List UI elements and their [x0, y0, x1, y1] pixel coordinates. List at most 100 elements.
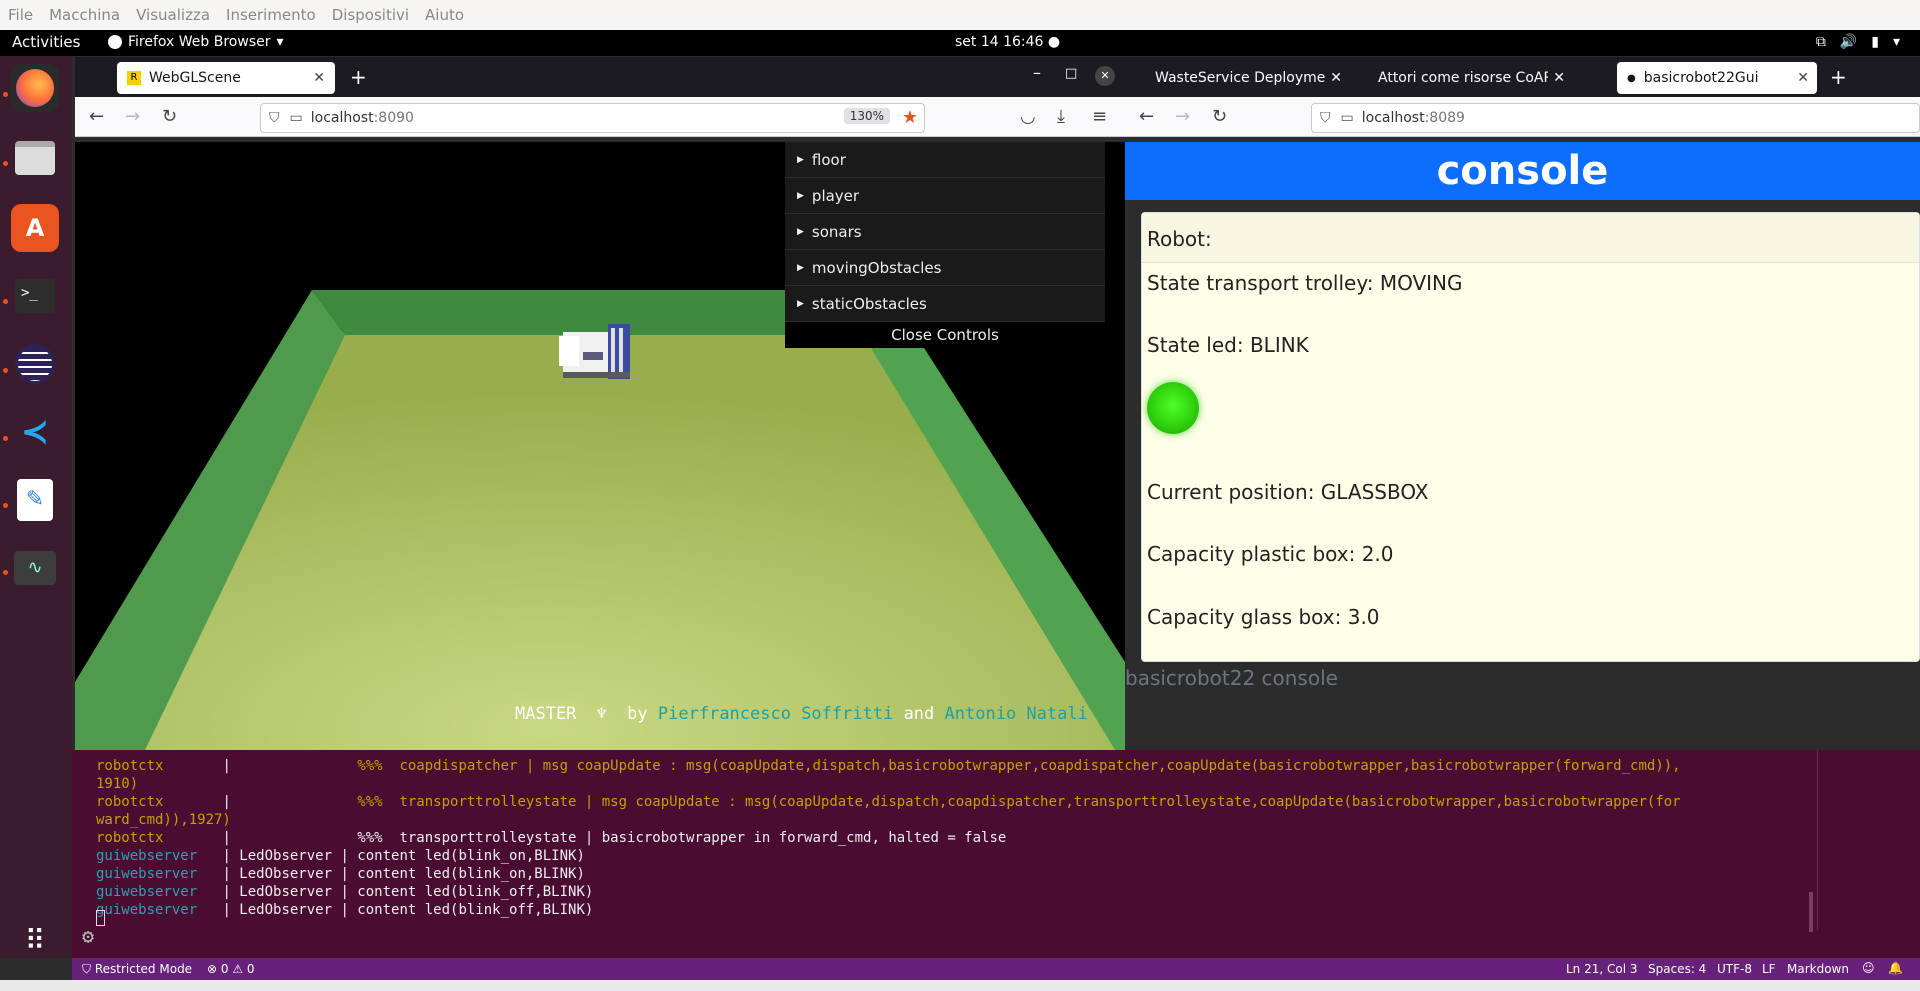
tab-webglscene[interactable]: R WebGLScene ✕ — [117, 62, 335, 94]
clock[interactable]: set 14 16:46 ● — [955, 34, 1060, 50]
terminal-line-text: LedObserver | content led(blink_on,BLINK… — [230, 866, 585, 882]
firefox-icon[interactable] — [11, 64, 59, 112]
system-monitor-icon[interactable]: ∿ — [11, 544, 59, 592]
back-icon[interactable]: ← — [89, 106, 104, 127]
maximize-icon[interactable]: □ — [1065, 66, 1077, 81]
page-icon: ▭ — [289, 110, 303, 126]
gear-icon[interactable]: ⚙ — [82, 924, 94, 948]
new-tab-icon[interactable]: + — [1830, 65, 1847, 89]
menu-aiuto[interactable]: Aiuto — [425, 6, 464, 24]
close-controls-button[interactable]: Close Controls — [785, 322, 1105, 348]
menu-inserimento[interactable]: Inserimento — [226, 6, 316, 24]
terminal-line-text: LedObserver | content led(blink_off,BLIN… — [230, 884, 594, 900]
credits: MASTER ♆ by Pierfrancesco Soffritti and … — [515, 704, 1088, 724]
terminal-line-source: guiwebserver — [96, 866, 223, 882]
eclipse-icon[interactable] — [11, 340, 59, 388]
scrollbar[interactable] — [1809, 892, 1813, 932]
gui-folder-floor[interactable]: ▶ floor — [785, 142, 1105, 178]
close-tab-icon[interactable]: ✕ — [1330, 70, 1342, 86]
url-bar[interactable]: ⛉ ▭ localhost:8090 130% ★ — [260, 103, 925, 133]
pocket-icon[interactable]: ◡ — [1020, 106, 1036, 127]
terminal-line-separator: | — [222, 884, 231, 900]
gui-folder-player[interactable]: ▶ player — [785, 178, 1105, 214]
close-window-icon[interactable]: ✕ — [1095, 66, 1115, 86]
problems-indicator[interactable]: ⊗ 0 ⚠ 0 — [207, 962, 255, 976]
forward-icon[interactable]: → — [1175, 106, 1190, 127]
terminal-line: guiwebserver | LedObserver | content led… — [96, 884, 593, 900]
indentation[interactable]: Spaces: 4 — [1648, 962, 1706, 976]
close-tab-icon[interactable]: ✕ — [313, 70, 325, 86]
battery-icon: ▮ — [1871, 34, 1879, 50]
vscode-icon[interactable]: ≺ — [11, 408, 59, 456]
terminal-line-text: ward_cmd)),1927) — [96, 812, 231, 828]
menu-visualizza[interactable]: Visualizza — [136, 6, 210, 24]
webgl-canvas[interactable]: ▶ floor ▶ player ▶ sonars ▶ movingObstacles … — [75, 142, 1125, 750]
feedback-icon[interactable]: ☺ — [1862, 961, 1875, 975]
menu-file[interactable]: File — [8, 6, 33, 24]
terminal-line: guiwebserver | LedObserver | content led… — [96, 848, 585, 864]
led-indicator — [1147, 382, 1199, 434]
triangle-right-icon: ▶ — [797, 226, 804, 237]
terminal-panel[interactable]: robotctx | %%% coapdispatcher | msg coap… — [72, 750, 1920, 958]
bell-icon[interactable]: 🔔 — [1888, 961, 1903, 975]
apps-grid-icon[interactable]: ⠿ — [11, 916, 59, 964]
credits-author1-link[interactable]: Pierfrancesco Soffritti — [658, 704, 893, 724]
led-state: State led: BLINK — [1147, 333, 1309, 357]
close-tab-icon[interactable]: ✕ — [1797, 70, 1809, 86]
close-tab-icon[interactable]: ✕ — [1553, 70, 1565, 86]
reload-icon[interactable]: ↻ — [1212, 106, 1227, 127]
terminal-line: guiwebserver | LedObserver | content led… — [96, 866, 585, 882]
back-icon[interactable]: ← — [1139, 106, 1154, 127]
eol[interactable]: LF — [1762, 962, 1776, 976]
software-icon[interactable]: A — [11, 204, 59, 252]
triangle-right-icon: ▶ — [797, 190, 804, 201]
tab-title: basicrobot22Gui — [1643, 70, 1759, 86]
minimize-icon[interactable]: – — [1033, 63, 1041, 82]
credits-by: by — [627, 704, 648, 724]
activities-button[interactable]: Activities — [12, 33, 80, 51]
shield-icon: ⛉ — [1320, 110, 1331, 126]
reload-icon[interactable]: ↻ — [162, 106, 177, 127]
download-icon[interactable]: ⤓ — [1057, 106, 1065, 127]
console-header: console — [1125, 142, 1920, 200]
gui-folder-label: staticObstacles — [811, 294, 927, 313]
restricted-mode-button[interactable]: ⛉ Restricted Mode — [82, 962, 192, 977]
tab-attori-coap[interactable]: Attori come risorse CoAP — ✕ — [1358, 62, 1573, 94]
language-mode[interactable]: Markdown — [1787, 962, 1849, 976]
cursor-position[interactable]: Ln 21, Col 3 — [1566, 962, 1638, 976]
new-tab-icon[interactable]: + — [350, 65, 367, 89]
gui-folder-label: movingObstacles — [811, 258, 942, 277]
gui-folder-staticobstacles[interactable]: ▶ staticObstacles — [785, 286, 1105, 322]
tab-wasteservice[interactable]: WasteService Deployment - ✕ — [1135, 62, 1350, 94]
star-icon[interactable]: ★ — [902, 107, 918, 128]
terminal-icon[interactable]: >_ — [11, 272, 59, 320]
carrot-icon: ♆ — [596, 704, 607, 724]
credits-author2-link[interactable]: Antonio Natali — [945, 704, 1088, 724]
terminal-line-separator: | — [222, 902, 231, 918]
current-position: Current position: GLASSBOX — [1147, 480, 1429, 504]
terminal-line: ward_cmd)),1927) — [96, 812, 231, 828]
gui-folder-sonars[interactable]: ▶ sonars — [785, 214, 1105, 250]
tab-basicrobot22gui[interactable]: ● basicrobot22Gui ✕ — [1617, 62, 1817, 94]
gui-folder-label: sonars — [811, 222, 862, 241]
menu-icon[interactable]: ≡ — [1092, 106, 1107, 127]
forward-icon[interactable]: → — [125, 106, 140, 127]
tab-title: WasteService Deployment - — [1155, 70, 1325, 86]
vscode-status-bar: ⛉ Restricted Mode ⊗ 0 ⚠ 0 Ln 21, Col 3 S… — [72, 958, 1920, 980]
terminal-line-source: robotctx — [96, 830, 223, 846]
credits-and: and — [903, 704, 935, 724]
zoom-badge[interactable]: 130% — [843, 108, 890, 124]
url-bar[interactable]: ⛉ ▭ localhost:8089 — [1311, 103, 1920, 133]
app-menu[interactable]: Firefox Web Browser ▾ — [108, 34, 284, 50]
running-indicator — [3, 92, 8, 97]
text-editor-icon[interactable]: ✎ — [11, 476, 59, 524]
credits-master: MASTER — [515, 704, 577, 724]
menu-macchina[interactable]: Macchina — [49, 6, 120, 24]
system-tray[interactable]: ⧉ 🔊 ▮ ▾ — [1816, 34, 1900, 50]
terminal-line: robotctx | %%% coapdispatcher | msg coap… — [96, 758, 1681, 774]
terminal-line-separator: | — [222, 848, 231, 864]
encoding[interactable]: UTF-8 — [1717, 962, 1752, 976]
files-icon[interactable] — [11, 134, 59, 182]
gui-folder-movingobstacles[interactable]: ▶ movingObstacles — [785, 250, 1105, 286]
menu-dispositivi[interactable]: Dispositivi — [332, 6, 409, 24]
